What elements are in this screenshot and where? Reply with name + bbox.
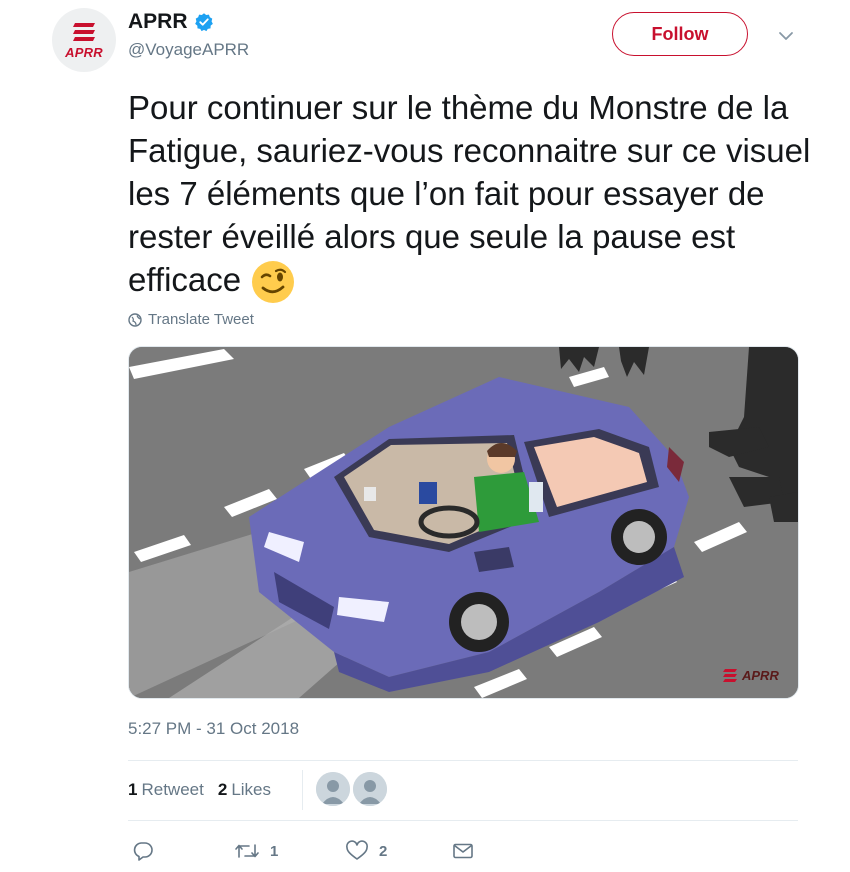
aprr-watermark [723,669,737,682]
like-label: Likes [231,780,271,799]
translate-tweet-link[interactable]: Translate Tweet [128,311,254,328]
tweet-media-image[interactable]: APRR [128,346,799,699]
follow-button[interactable]: Follow [612,12,748,56]
envelope-icon [453,843,473,859]
default-profile-icon [316,772,350,806]
liker-avatar[interactable] [353,772,387,806]
tweet-timestamp[interactable]: 5:27 PM - 31 Oct 2018 [128,719,299,739]
retweet-label: Retweet [141,780,204,799]
retweet-icon [235,844,259,858]
car-illustration [129,347,798,698]
avatar[interactable]: APRR [52,8,116,72]
retweet-action-count: 1 [270,842,279,860]
direct-message-button[interactable] [452,840,474,862]
tweet-stats: 1 Retweet 2 Likes [128,780,271,800]
retweet-button[interactable]: 1 [234,840,278,862]
reply-icon [133,842,153,861]
heart-icon [346,840,368,860]
chevron-down-icon[interactable] [776,26,796,46]
aprr-logo-icon [73,22,95,41]
author-display-name[interactable]: APRR [128,10,188,34]
divider [128,760,798,761]
globe-icon [128,312,142,327]
media-watermark-text: APRR [742,668,779,683]
like-button[interactable]: 2 [345,840,387,862]
default-profile-icon [353,772,387,806]
divider [128,820,798,821]
translate-tweet-label: Translate Tweet [148,311,254,328]
winking-face-emoji [252,261,295,304]
author-handle[interactable]: @VoyageAPRR [128,40,249,60]
like-action-count: 2 [379,842,388,860]
like-count: 2 [217,780,228,799]
retweet-stat[interactable]: 1 Retweet [128,780,204,800]
reply-button[interactable] [132,840,154,862]
tweet-text: Pour continuer sur le thème du Monstre d… [128,89,811,298]
avatar-logo-text: APRR [65,44,103,60]
liker-avatar[interactable] [316,772,350,806]
tweet-text-block: Pour continuer sur le thème du Monstre d… [128,86,818,304]
stats-separator [302,770,303,810]
retweet-count: 1 [128,780,138,799]
verified-badge-icon [194,13,213,32]
author-name-row: APRR [128,10,214,34]
like-stat[interactable]: 2 Likes [218,780,271,800]
